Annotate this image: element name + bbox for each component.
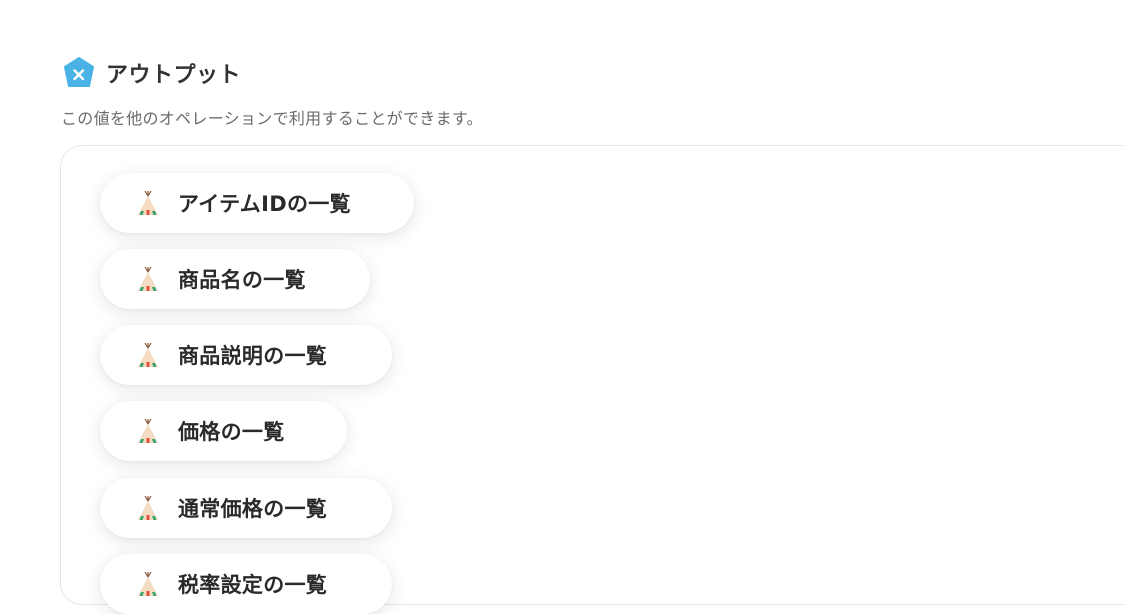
section-description: この値を他のオペレーションで利用することができます。 <box>61 109 483 128</box>
output-item-label: 税率設定の一覧 <box>178 573 328 597</box>
yoom-x-icon <box>62 56 96 90</box>
teepee-icon <box>136 570 160 598</box>
output-item[interactable]: 価格の一覧 <box>100 401 347 461</box>
teepee-icon <box>136 494 160 522</box>
output-item-label: 価格の一覧 <box>178 420 285 444</box>
output-item[interactable]: 税率設定の一覧 <box>100 554 392 614</box>
output-item[interactable]: アイテムIDの一覧 <box>100 173 414 233</box>
teepee-icon <box>136 265 160 293</box>
output-section-header: アウトプット <box>62 56 241 90</box>
teepee-icon <box>136 417 160 445</box>
section-title: アウトプット <box>106 63 242 88</box>
output-item[interactable]: 通常価格の一覧 <box>100 478 392 538</box>
teepee-icon <box>136 341 160 369</box>
output-item[interactable]: 商品名の一覧 <box>100 249 370 309</box>
output-item[interactable]: 商品説明の一覧 <box>100 325 392 385</box>
output-item-label: 商品説明の一覧 <box>178 344 328 368</box>
output-item-label: アイテムIDの一覧 <box>178 192 351 216</box>
output-item-label: 通常価格の一覧 <box>178 497 328 521</box>
teepee-icon <box>136 189 160 217</box>
output-item-label: 商品名の一覧 <box>178 268 306 292</box>
